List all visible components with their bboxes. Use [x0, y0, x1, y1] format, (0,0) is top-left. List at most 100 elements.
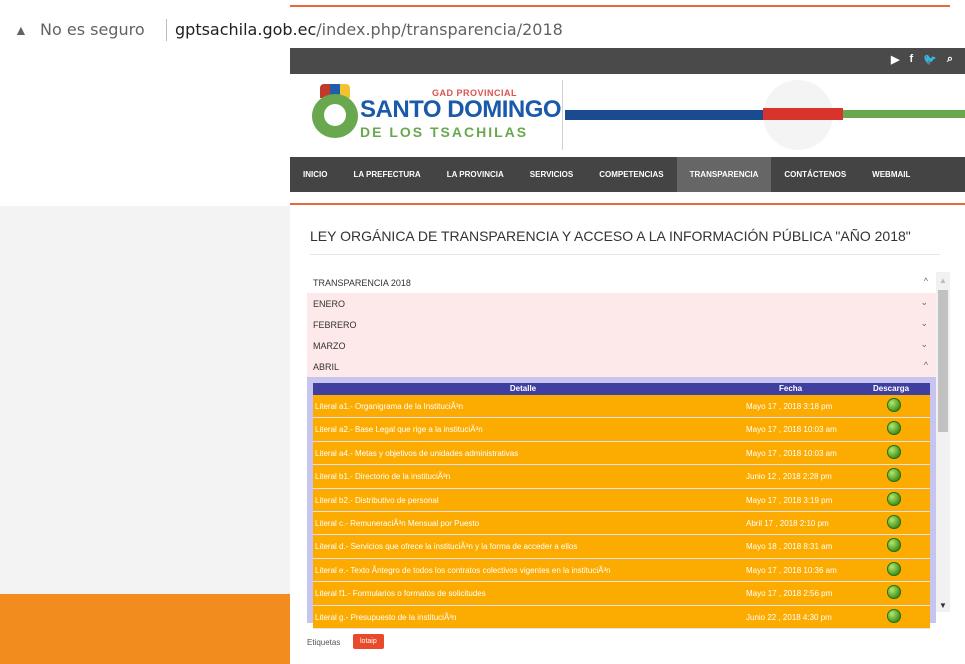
- nav-item-la-prefectura[interactable]: LA PREFECTURA: [340, 157, 433, 192]
- download-globe-icon[interactable]: [887, 561, 901, 576]
- download-globe-icon[interactable]: [887, 468, 901, 483]
- row-date: Abril 17 , 2018 2:10 pm: [746, 518, 829, 528]
- row-date: Mayo 17 , 2018 10:03 am: [746, 448, 837, 458]
- scroll-up-arrow-icon[interactable]: ▲: [939, 276, 947, 285]
- column-header-download: Descarga: [873, 384, 910, 393]
- facebook-icon[interactable]: f: [909, 53, 913, 66]
- table-row: Literal b1.- Directorio de la instituciÃ…: [313, 465, 930, 489]
- table-row: Literal g.- Presupuesto de la instituciÃ…: [313, 605, 930, 629]
- accordion-item-febrero[interactable]: FEBRERO ⌄: [307, 314, 936, 336]
- nav-item-servicios[interactable]: SERVICIOS: [517, 157, 586, 192]
- table-row: Literal a1.- Organigrama de la Instituci…: [313, 395, 930, 419]
- download-globe-icon[interactable]: [887, 585, 901, 600]
- top-social-bar: ▶ f 🐦 ⌕: [290, 48, 965, 74]
- page-margin-top: [0, 48, 290, 206]
- accordion-item-label: FEBRERO: [313, 320, 357, 330]
- chevron-up-icon: ^: [923, 276, 928, 286]
- row-detail-link[interactable]: Literal b1.- Directorio de la instituciÃ…: [315, 472, 450, 481]
- row-detail-link[interactable]: Literal e.- Texto Ãntegro de todos los c…: [315, 566, 611, 575]
- accordion-header-label: TRANSPARENCIA 2018: [313, 278, 411, 288]
- site-header: GAD PROVINCIAL SANTO DOMINGO DE LOS TSAC…: [290, 74, 965, 157]
- accordion-item-enero[interactable]: ENERO ⌄: [307, 293, 936, 315]
- row-detail-link[interactable]: Literal c.- RemuneraciÃ³n Mensual por Pu…: [315, 519, 479, 528]
- search-icon[interactable]: ⌕: [947, 53, 953, 66]
- scrollbar-thumb[interactable]: [938, 290, 948, 432]
- row-detail-link[interactable]: Literal b2.- Distributivo de personal: [315, 496, 439, 505]
- download-globe-icon[interactable]: [887, 608, 901, 623]
- download-globe-icon[interactable]: [887, 444, 901, 459]
- table-row: Literal a2.- Base Legal que rige a la in…: [313, 418, 930, 442]
- row-detail-link[interactable]: Literal d.- Servicios que ofrece la inst…: [315, 542, 577, 551]
- chevron-down-icon: ⌄: [920, 297, 928, 307]
- social-links: ▶ f 🐦 ⌕: [891, 53, 953, 66]
- accordion-header-transparencia-2018[interactable]: TRANSPARENCIA 2018 ^: [307, 272, 936, 294]
- accordion-item-abril[interactable]: ABRIL ^: [307, 356, 936, 378]
- download-globe-icon[interactable]: [887, 398, 901, 412]
- logo-line3: DE LOS TSACHILAS: [360, 124, 529, 140]
- twitter-icon[interactable]: 🐦: [923, 53, 937, 66]
- page-margin-footer: [0, 594, 290, 664]
- nav-item-webmail[interactable]: WEBMAIL: [859, 157, 923, 192]
- url-host: gptsachila.gob.ec: [175, 20, 317, 39]
- page-title: LEY ORGÁNICA DE TRANSPARENCIA Y ACCESO A…: [310, 228, 911, 244]
- content-divider: [290, 203, 965, 205]
- accordion-item-marzo[interactable]: MARZO ⌄: [307, 335, 936, 357]
- row-date: Junio 22 , 2018 4:30 pm: [746, 612, 832, 622]
- scroll-down-arrow-icon[interactable]: ▼: [939, 601, 947, 610]
- row-date: Mayo 17 , 2018 3:18 pm: [746, 402, 833, 411]
- column-header-date: Fecha: [779, 384, 803, 393]
- row-date: Mayo 17 , 2018 2:56 pm: [746, 589, 833, 599]
- accordion-item-label: ABRIL: [313, 362, 340, 372]
- banner-stripe-green: [843, 110, 965, 118]
- tags-label: Etiquetas: [307, 638, 341, 647]
- nav-item-contactenos[interactable]: CONTÁCTENOS: [771, 157, 859, 192]
- accordion-item-label: MARZO: [313, 341, 346, 351]
- download-globe-icon[interactable]: [887, 421, 901, 436]
- accordion-item-label: ENERO: [313, 299, 346, 309]
- website: ▶ f 🐦 ⌕ GAD PROVINCIAL SANTO DOMINGO DE …: [290, 48, 965, 664]
- table-header: Detalle Fecha Descarga: [313, 383, 930, 395]
- row-date: Junio 12 , 2018 2:28 pm: [746, 472, 832, 482]
- row-date: Mayo 17 , 2018 10:36 am: [746, 565, 837, 575]
- table-row: Literal f1.- Formularios o formatos de s…: [313, 582, 930, 606]
- table-row: Literal c.- RemuneraciÃ³n Mensual por Pu…: [313, 511, 930, 536]
- nav-item-inicio[interactable]: INICIO: [290, 157, 340, 192]
- main-nav: INICIO LA PREFECTURA LA PROVINCIA SERVIC…: [290, 157, 965, 192]
- security-label[interactable]: No es seguro: [40, 20, 145, 39]
- row-detail-link[interactable]: Literal a2.- Base Legal que rige a la in…: [315, 425, 483, 434]
- table-row: Literal e.- Texto Ãntegro de todos los c…: [313, 558, 930, 583]
- chevron-down-icon: ⌄: [920, 318, 928, 328]
- download-globe-icon[interactable]: [887, 514, 901, 529]
- chevron-up-icon: ^: [923, 360, 928, 370]
- logo-line2: SANTO DOMINGO: [360, 96, 562, 123]
- browser-address-bar: ▲ No es seguro gptsachila.gob.ec/index.p…: [0, 0, 965, 48]
- nav-item-la-provincia[interactable]: LA PROVINCIA: [434, 157, 517, 192]
- banner-stripe-blue: [565, 110, 775, 120]
- tag-lotaip[interactable]: lotaip: [353, 634, 384, 649]
- address-separator: [166, 19, 167, 41]
- download-globe-icon[interactable]: [887, 491, 901, 506]
- documents-table: Detalle Fecha Descarga Literal a1.- Orga…: [307, 377, 936, 629]
- nav-item-competencias[interactable]: COMPETENCIAS: [586, 157, 676, 192]
- url-path: /index.php/transparencia/2018: [316, 20, 563, 39]
- nav-item-transparencia[interactable]: TRANSPARENCIA: [676, 157, 772, 192]
- accordion-scrollbar[interactable]: ▲ ▼: [936, 272, 950, 612]
- row-detail-link[interactable]: Literal a1.- Organigrama de la Instituci…: [315, 402, 463, 411]
- site-logo[interactable]: GAD PROVINCIAL SANTO DOMINGO DE LOS TSAC…: [312, 84, 567, 146]
- download-globe-icon[interactable]: [887, 538, 901, 553]
- banner-stripe-red: [763, 108, 843, 120]
- table-body: Literal a1.- Organigrama de la Instituci…: [313, 395, 930, 629]
- row-detail-link[interactable]: Literal g.- Presupuesto de la instituciÃ…: [315, 613, 456, 622]
- row-date: Mayo 18 , 2018 8:31 am: [746, 542, 833, 552]
- column-header-detail: Detalle: [509, 384, 537, 393]
- logo-emblem: [312, 94, 358, 138]
- row-detail-link[interactable]: Literal a4.- Metas y objetivos de unidad…: [315, 449, 518, 458]
- header-banner: [562, 80, 965, 150]
- warning-icon[interactable]: ▲: [14, 22, 28, 38]
- youtube-icon[interactable]: ▶: [891, 53, 899, 66]
- page-margin-gray: [0, 206, 290, 594]
- title-rule: [310, 254, 940, 255]
- chevron-down-icon: ⌄: [920, 339, 928, 349]
- row-detail-link[interactable]: Literal f1.- Formularios o formatos de s…: [315, 589, 486, 598]
- url-field[interactable]: gptsachila.gob.ec/index.php/transparenci…: [175, 20, 563, 39]
